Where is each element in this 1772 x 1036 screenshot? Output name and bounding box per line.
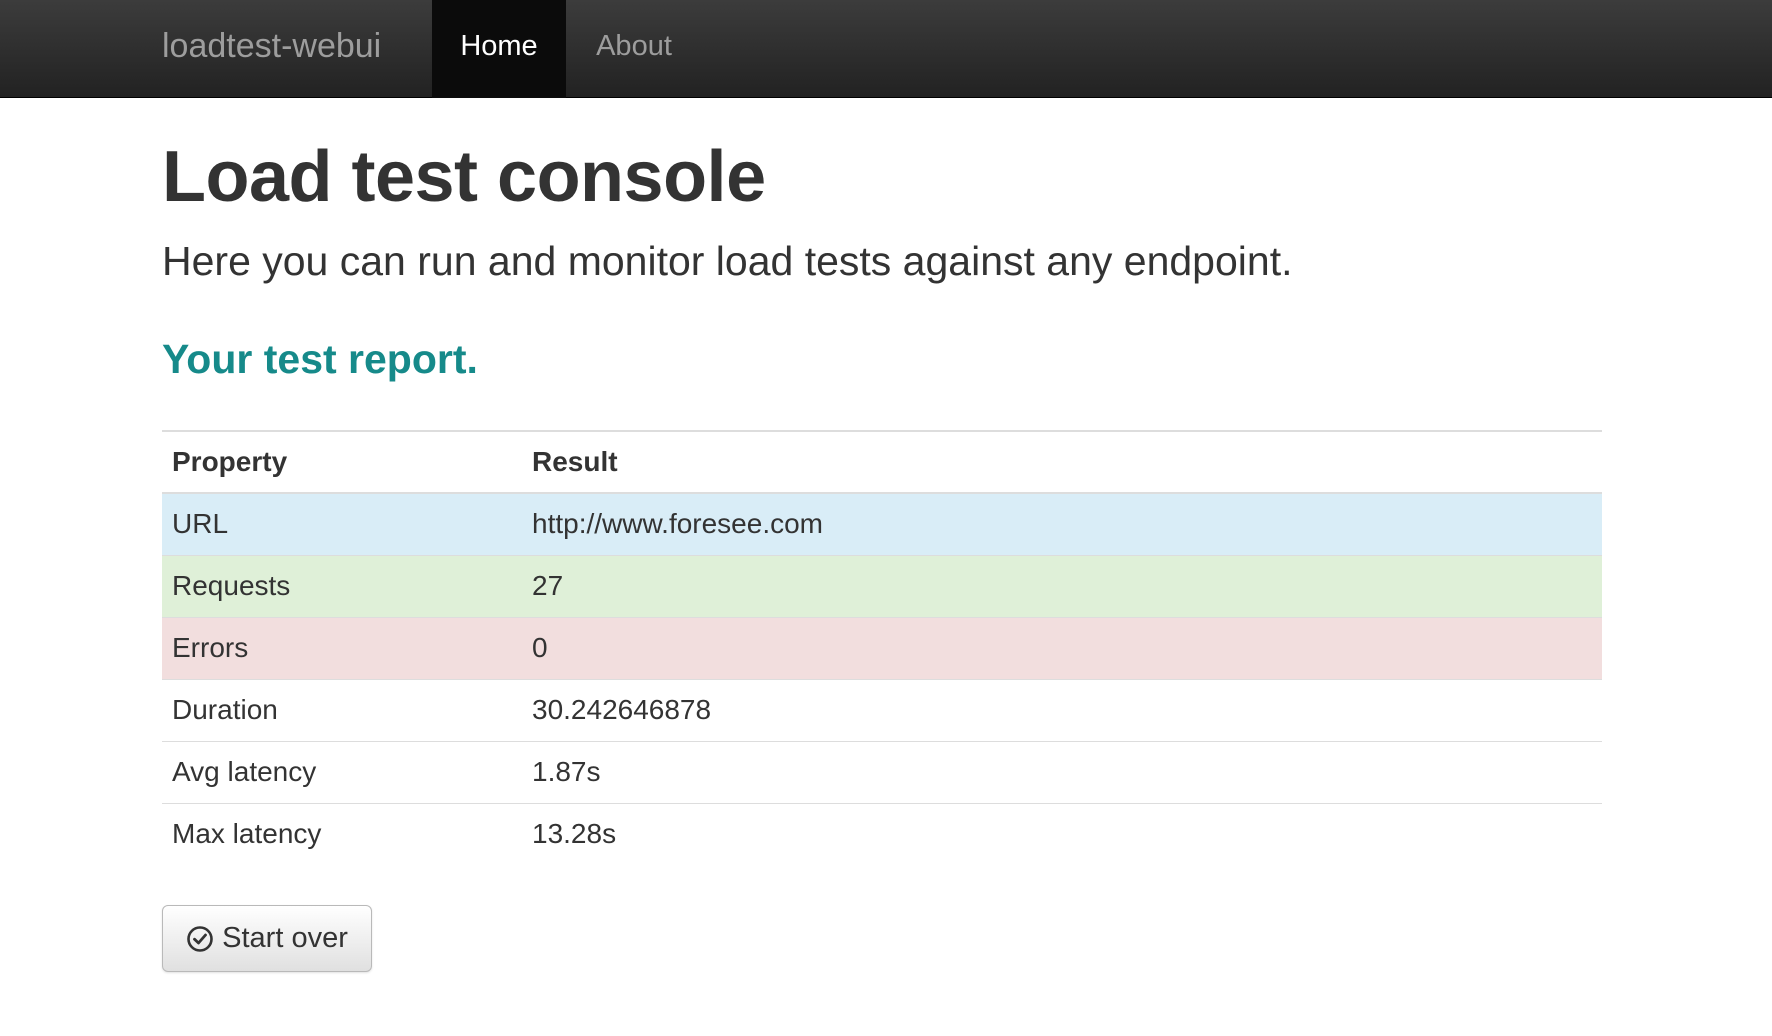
row-result: 30.242646878 <box>522 679 1602 742</box>
row-result: 1.87s <box>522 741 1602 804</box>
check-circle-icon <box>186 925 214 953</box>
row-result: 0 <box>522 617 1602 680</box>
brand-link[interactable]: loadtest-webui <box>162 0 381 98</box>
report-heading: Your test report. <box>162 336 478 382</box>
nav-about[interactable]: About <box>566 0 702 98</box>
row-property: Duration <box>162 679 522 742</box>
row-property: URL <box>162 493 522 556</box>
row-property: Max latency <box>162 803 522 865</box>
row-result: 27 <box>522 555 1602 618</box>
table-row: URL http://www.foresee.com <box>162 493 1602 556</box>
table-row: Avg latency 1.87s <box>162 741 1602 804</box>
row-result: 13.28s <box>522 803 1602 865</box>
row-property: Avg latency <box>162 741 522 804</box>
row-result: http://www.foresee.com <box>522 493 1602 556</box>
table-row: Duration 30.242646878 <box>162 679 1602 742</box>
start-over-label: Start over <box>222 922 348 954</box>
report-table: Property Result URL http://www.foresee.c… <box>162 430 1602 865</box>
table-row: Max latency 13.28s <box>162 803 1602 865</box>
table-row: Errors 0 <box>162 617 1602 680</box>
row-property: Errors <box>162 617 522 680</box>
page-lead: Here you can run and monitor load tests … <box>162 238 1293 284</box>
top-navbar: loadtest-webui Home About <box>0 0 1772 98</box>
page-title: Load test console <box>162 137 766 217</box>
nav-home[interactable]: Home <box>432 0 566 98</box>
table-row: Requests 27 <box>162 555 1602 618</box>
row-property: Requests <box>162 555 522 618</box>
column-header-result: Result <box>522 431 1602 494</box>
column-header-property: Property <box>162 431 522 494</box>
start-over-button[interactable]: Start over <box>162 905 372 972</box>
table-header-row: Property Result <box>162 431 1602 494</box>
